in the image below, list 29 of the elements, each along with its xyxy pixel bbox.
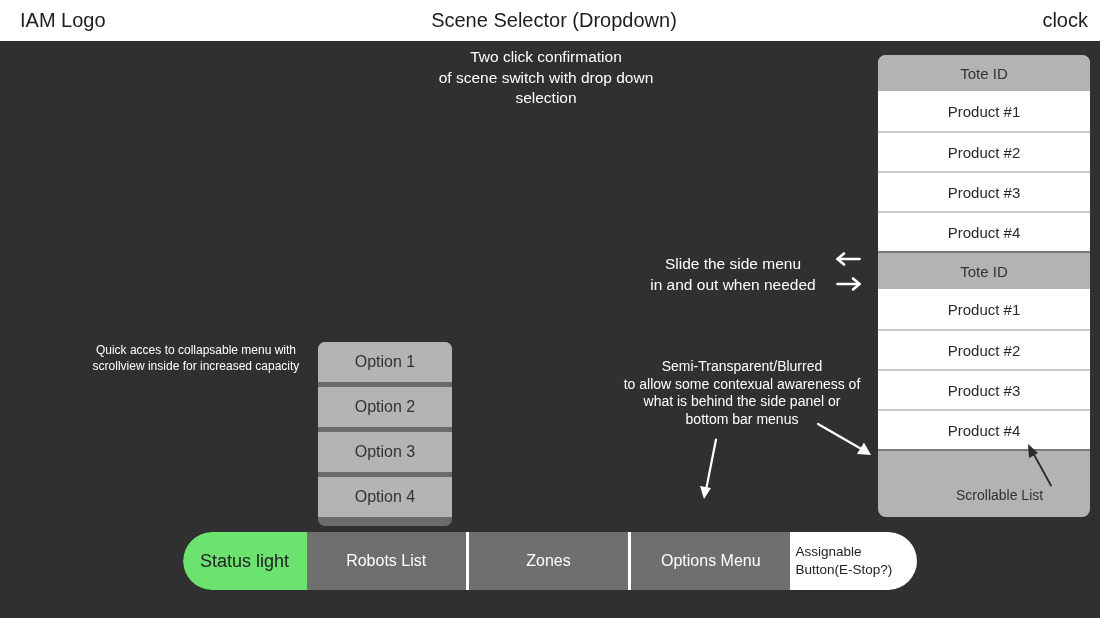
product-row[interactable]: Product #4	[878, 211, 1090, 251]
logo-text: IAM Logo	[20, 9, 106, 32]
down-arrow-icon	[699, 438, 719, 500]
product-row[interactable]: Product #3	[878, 369, 1090, 409]
product-row[interactable]: Product #3	[878, 171, 1090, 211]
product-row[interactable]: Product #2	[878, 131, 1090, 171]
annotation-text: Quick acces to collapsable menu with scrollview inside for increased capacity	[91, 343, 301, 374]
product-row[interactable]: Product #1	[878, 91, 1090, 131]
annotation-text: Slide the side menu in and out when needed	[649, 254, 817, 295]
clock-text: clock	[1042, 9, 1088, 32]
annotation-text: Scrollable List	[956, 487, 1044, 503]
option-item[interactable]: Option 2	[318, 387, 452, 427]
menu-button[interactable]: Zones	[465, 532, 629, 590]
option-item[interactable]: Option 1	[318, 342, 452, 382]
option-item[interactable]: Option 3	[318, 432, 452, 472]
status-light-button[interactable]: Status light	[182, 532, 307, 590]
product-row[interactable]: Product #1	[878, 289, 1090, 329]
left-arrow-icon	[836, 252, 861, 266]
product-row[interactable]: Product #4	[878, 409, 1090, 449]
assignable-button[interactable]: Assignable Button(E-Stop?)	[790, 532, 918, 590]
diagonal-arrow-icon	[816, 422, 872, 456]
right-arrow-icon	[836, 277, 861, 291]
menu-button[interactable]: Robots List	[306, 532, 466, 590]
product-row[interactable]: Product #2	[878, 329, 1090, 369]
annotation-text: Two click confirmation of scene switch with drop down selection	[437, 47, 655, 108]
option-item[interactable]: Option 4	[318, 477, 452, 517]
annotation-text: Semi-Transparent/Blurred to allow some contexual awareness of what is behind the side panel or bottom bar menus	[622, 358, 862, 428]
scene-selector[interactable]: Scene Selector (Dropdown)	[431, 9, 677, 32]
menu-button[interactable]: Options Menu	[628, 532, 791, 590]
